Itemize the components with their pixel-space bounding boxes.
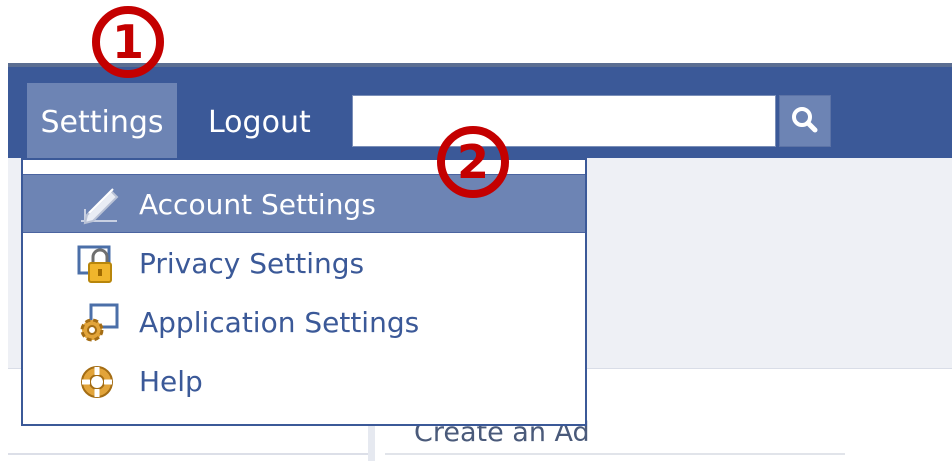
menu-item-label: Application Settings: [139, 306, 420, 339]
menu-item-application-settings[interactable]: Application Settings: [23, 293, 585, 352]
search-button[interactable]: [779, 95, 831, 147]
step-2-marker: 2: [437, 126, 509, 198]
search-icon: [792, 107, 818, 133]
menu-item-privacy-settings[interactable]: Privacy Settings: [23, 234, 585, 293]
lock-icon: [77, 244, 121, 284]
left-column-divider: [8, 453, 368, 455]
pencil-icon: [77, 185, 121, 225]
search-input[interactable]: [352, 95, 776, 147]
menu-item-label: Account Settings: [139, 188, 376, 221]
menu-item-label: Help: [139, 365, 203, 398]
menu-item-label: Privacy Settings: [139, 247, 365, 280]
step-1-marker: 1: [92, 6, 164, 78]
gear-icon: [77, 303, 121, 343]
settings-menu-button[interactable]: Settings: [27, 83, 177, 159]
settings-dropdown-menu: Account Settings Privacy Settings Applic…: [21, 158, 587, 426]
logout-link[interactable]: Logout: [208, 83, 311, 159]
lifebuoy-icon: [77, 362, 121, 402]
right-column-divider: [385, 453, 845, 455]
menu-item-help[interactable]: Help: [23, 352, 585, 411]
